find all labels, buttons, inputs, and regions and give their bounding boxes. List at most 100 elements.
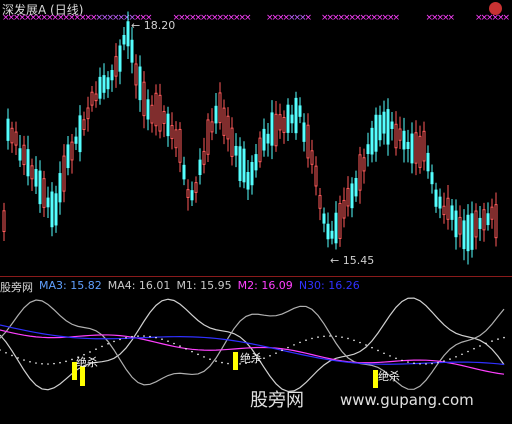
- candle-body: [290, 114, 294, 124]
- candle-body: [334, 212, 338, 244]
- candle-body: [382, 111, 386, 134]
- candle-body: [78, 115, 82, 153]
- candle-body: [494, 204, 498, 239]
- candle-body: [298, 105, 302, 117]
- indicator-dot: [119, 338, 121, 341]
- candle-body: [134, 63, 138, 86]
- indicator-dot: [161, 338, 163, 340]
- candle-body: [346, 187, 350, 207]
- candle-body: [314, 165, 318, 187]
- candle-body: [162, 110, 166, 124]
- indicator-dot: [317, 336, 319, 338]
- indicator-dot: [431, 362, 433, 365]
- legend-ma4: MA4: 16.01: [107, 279, 171, 292]
- stock-chart-window: 深发展A (日线) × × × × × × × × × × × × × × × × × × × × × × × × × × × × × ×…: [0, 0, 512, 424]
- candle-body: [70, 141, 74, 161]
- indicator-dot: [95, 348, 97, 350]
- indicator-dot: [107, 343, 109, 345]
- candle-body: [14, 131, 18, 146]
- candle-body: [106, 77, 110, 90]
- signal-bar: [233, 352, 238, 370]
- candle-body: [322, 213, 326, 224]
- indicator-dot: [305, 339, 307, 342]
- indicator-dot: [35, 362, 37, 364]
- candle-body: [482, 209, 486, 231]
- watermark-url: www.gupang.com: [340, 391, 474, 409]
- candle-body: [446, 197, 450, 220]
- indicator-dot: [71, 358, 73, 361]
- indicator-dot: [299, 341, 301, 344]
- indicator-dot: [227, 362, 229, 365]
- indicator-dot: [455, 356, 457, 358]
- indicator-dot: [137, 335, 139, 337]
- candle-body: [82, 119, 86, 131]
- indicator-dot: [275, 352, 277, 354]
- indicator-legend: 股旁网 MA3: 15.82 MA4: 16.01 M1: 15.95 M2: …: [0, 279, 360, 294]
- candle-body: [366, 144, 370, 155]
- indicator-dot: [221, 361, 223, 364]
- indicator-dot: [191, 350, 193, 353]
- candle-body: [354, 177, 358, 197]
- candle-body: [406, 141, 410, 150]
- candle-body: [466, 214, 470, 252]
- candle-body: [370, 127, 374, 155]
- candle-body: [122, 34, 126, 45]
- candle-body: [94, 93, 98, 102]
- candle-body: [74, 136, 78, 144]
- indicator-dot: [359, 341, 361, 344]
- candle-body: [30, 165, 34, 180]
- candle-body: [138, 66, 142, 101]
- candle-body: [338, 202, 342, 239]
- indicator-dot: [353, 339, 355, 342]
- candle-body: [250, 162, 254, 186]
- candle-body: [442, 205, 446, 216]
- candle-body: [178, 128, 182, 163]
- indicator-dot: [503, 336, 505, 339]
- candle-body: [278, 114, 282, 131]
- candle-body: [230, 127, 234, 157]
- candle-body: [110, 70, 114, 81]
- indicator-dot: [419, 363, 421, 365]
- marker-x: ×: [503, 13, 511, 23]
- indicator-dot: [443, 360, 445, 362]
- candle-body: [206, 119, 210, 155]
- indicator-dot: [197, 353, 199, 356]
- candle-body: [246, 171, 250, 190]
- indicator-dot: [425, 363, 427, 365]
- indicator-dot: [377, 349, 379, 352]
- candle-body: [342, 199, 346, 219]
- indicator-dot: [281, 349, 283, 352]
- candle-body: [202, 150, 206, 165]
- candle-body: [422, 130, 426, 162]
- candle-body: [274, 113, 278, 147]
- indicator-dot: [323, 335, 325, 338]
- low-price-label: ← 15.45: [330, 254, 375, 267]
- indicator-dot: [125, 336, 127, 339]
- candle-body: [294, 97, 298, 134]
- candle-body: [454, 210, 458, 238]
- watermark: 股旁网: [250, 390, 304, 411]
- indicator-dot: [341, 336, 343, 338]
- candle-body: [478, 217, 482, 229]
- candle-body: [318, 195, 322, 209]
- indicator-dot: [65, 360, 67, 363]
- indicator-dot: [335, 335, 337, 338]
- candle-body: [62, 155, 66, 192]
- indicator-dot: [41, 362, 43, 365]
- indicator-dot: [413, 362, 415, 365]
- candle-body: [374, 114, 378, 152]
- candle-body: [330, 230, 334, 239]
- candle-body: [490, 206, 494, 220]
- candle-body: [358, 154, 362, 191]
- candle-body: [50, 191, 54, 228]
- candle-body: [386, 109, 390, 145]
- indicator-dot: [17, 357, 19, 359]
- indicator-dot: [329, 335, 331, 337]
- candle-body: [418, 135, 422, 168]
- indicator-dot: [149, 335, 151, 338]
- candle-body: [194, 182, 198, 193]
- candle-body: [42, 178, 46, 208]
- indicator-dot: [29, 360, 31, 363]
- candle-body: [142, 81, 146, 117]
- indicator-dot: [371, 346, 373, 349]
